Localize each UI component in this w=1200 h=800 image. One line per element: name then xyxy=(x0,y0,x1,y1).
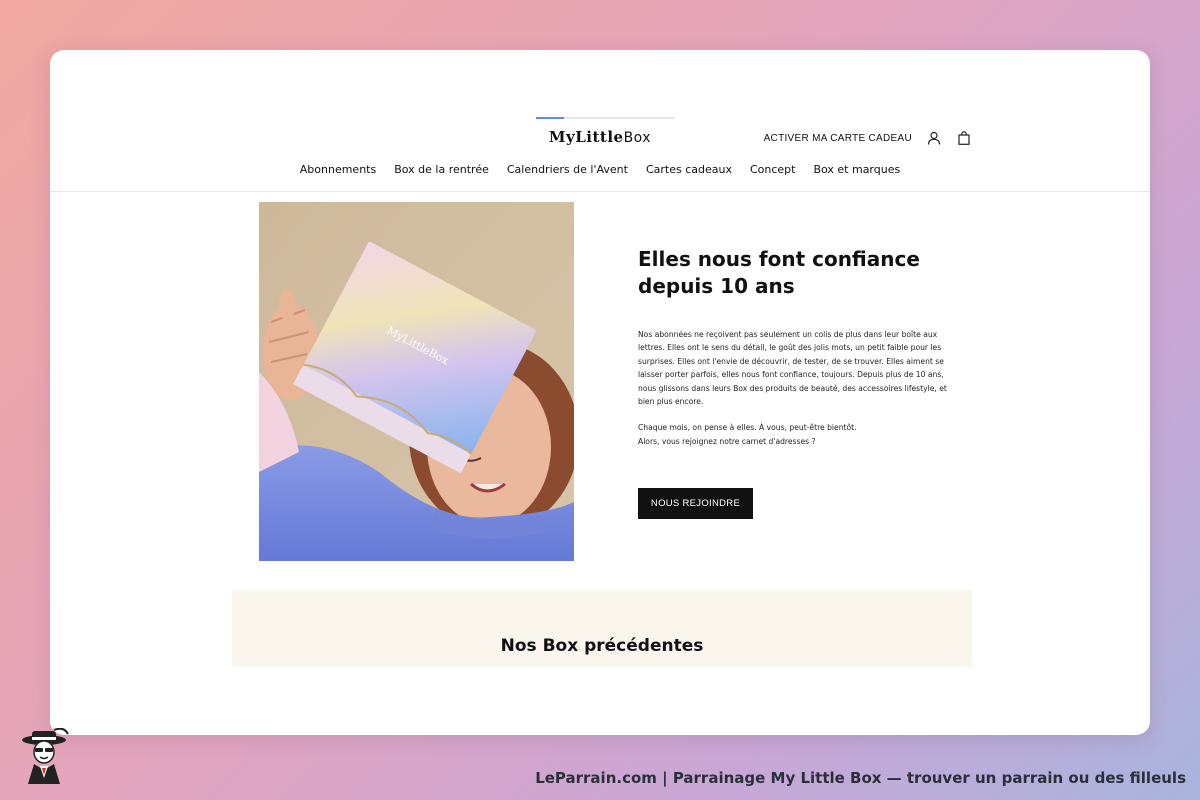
loading-bar-fill xyxy=(536,117,564,119)
hero-paragraph-2-line2: Alors, vous rejoignez notre carnet d'adr… xyxy=(638,436,816,446)
hero-paragraph-2: Chaque mois, on pense à elles. À vous, p… xyxy=(638,421,950,448)
hero-description: Nos abonnées ne reçoivent pas seulement … xyxy=(638,328,950,448)
activate-gift-card-link[interactable]: ACTIVER MA CARTE CADEAU xyxy=(764,133,912,144)
hero-photo: MyLittleBox xyxy=(259,202,574,561)
shopping-bag-icon[interactable] xyxy=(956,130,972,146)
hero-paragraph-2-line1: Chaque mois, on pense à elles. À vous, p… xyxy=(638,423,857,433)
main-nav: Abonnements Box de la rentrée Calendrier… xyxy=(50,163,1150,176)
hero-title: Elles nous font confiance depuis 10 ans xyxy=(638,246,938,300)
nav-item-abonnements[interactable]: Abonnements xyxy=(300,163,376,176)
logo-text-box: Box xyxy=(623,130,652,146)
browser-page: MyLittleBox ACTIVER MA CARTE CADEAU Abon… xyxy=(50,50,1150,735)
previous-boxes-section: Nos Box précédentes xyxy=(232,590,972,667)
user-icon[interactable] xyxy=(926,130,942,146)
join-button[interactable]: NOUS REJOINDRE xyxy=(638,488,753,519)
hero-title-line1: Elles nous font confiance xyxy=(638,247,920,271)
watermark-caption: LeParrain.com | Parrainage My Little Box… xyxy=(535,769,1186,787)
nav-item-box-rentree[interactable]: Box de la rentrée xyxy=(394,163,489,176)
nav-item-concept[interactable]: Concept xyxy=(750,163,796,176)
hero-paragraph-1: Nos abonnées ne reçoivent pas seulement … xyxy=(638,330,947,407)
nav-item-calendriers-avent[interactable]: Calendriers de l'Avent xyxy=(507,163,628,176)
site-logo[interactable]: MyLittleBox xyxy=(50,128,1150,146)
header-actions: ACTIVER MA CARTE CADEAU xyxy=(764,130,972,146)
loading-bar xyxy=(536,117,674,119)
logo-text-mylittle: MyLittle xyxy=(548,128,624,146)
nav-item-box-et-marques[interactable]: Box et marques xyxy=(813,163,900,176)
hero-title-line2: depuis 10 ans xyxy=(638,274,795,298)
site-header: MyLittleBox ACTIVER MA CARTE CADEAU Abon… xyxy=(50,50,1150,192)
previous-boxes-title: Nos Box précédentes xyxy=(500,636,704,656)
nav-item-cartes-cadeaux[interactable]: Cartes cadeaux xyxy=(646,163,732,176)
